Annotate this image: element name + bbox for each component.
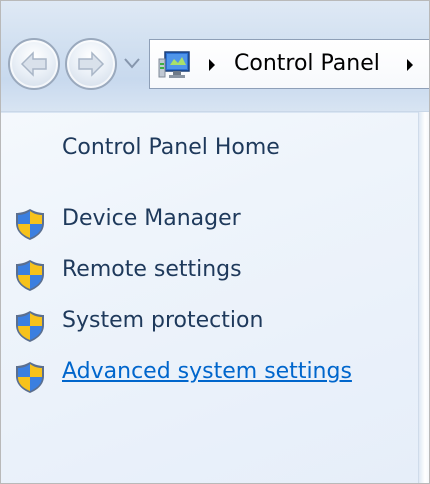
explorer-window: Control Panel Control Panel Home Device … <box>0 0 430 484</box>
recent-pages-chevron-down-icon[interactable] <box>123 56 141 70</box>
task-system-protection[interactable]: System protection <box>1 305 418 345</box>
forward-button[interactable] <box>65 38 117 90</box>
back-arrow-icon <box>20 51 47 77</box>
navigation-bar: Control Panel <box>1 1 429 113</box>
task-remote-settings[interactable]: Remote settings <box>1 254 418 294</box>
breadcrumb-separator-icon[interactable] <box>207 57 217 73</box>
task-label-hovered: Advanced system settings <box>62 359 352 384</box>
task-pane: Control Panel Home Device Manager Remote… <box>1 112 418 483</box>
task-label: System protection <box>62 308 264 333</box>
forward-arrow-icon <box>78 51 105 77</box>
uac-shield-icon <box>16 311 44 342</box>
uac-shield-icon <box>16 260 44 291</box>
task-advanced-system-settings[interactable]: Advanced system settings <box>1 356 418 396</box>
uac-shield-icon <box>16 209 44 240</box>
breadcrumb-separator-icon[interactable] <box>405 57 415 73</box>
control-panel-home-link[interactable]: Control Panel Home <box>62 135 280 160</box>
address-bar[interactable]: Control Panel <box>149 39 429 89</box>
task-label: Remote settings <box>62 257 242 282</box>
task-label: Device Manager <box>62 206 241 231</box>
task-device-manager[interactable]: Device Manager <box>1 203 418 243</box>
back-button[interactable] <box>8 38 60 90</box>
control-panel-monitor-icon <box>158 51 190 78</box>
pane-splitter[interactable] <box>418 112 429 483</box>
uac-shield-icon <box>16 362 44 393</box>
breadcrumb-control-panel[interactable]: Control Panel <box>234 51 380 76</box>
